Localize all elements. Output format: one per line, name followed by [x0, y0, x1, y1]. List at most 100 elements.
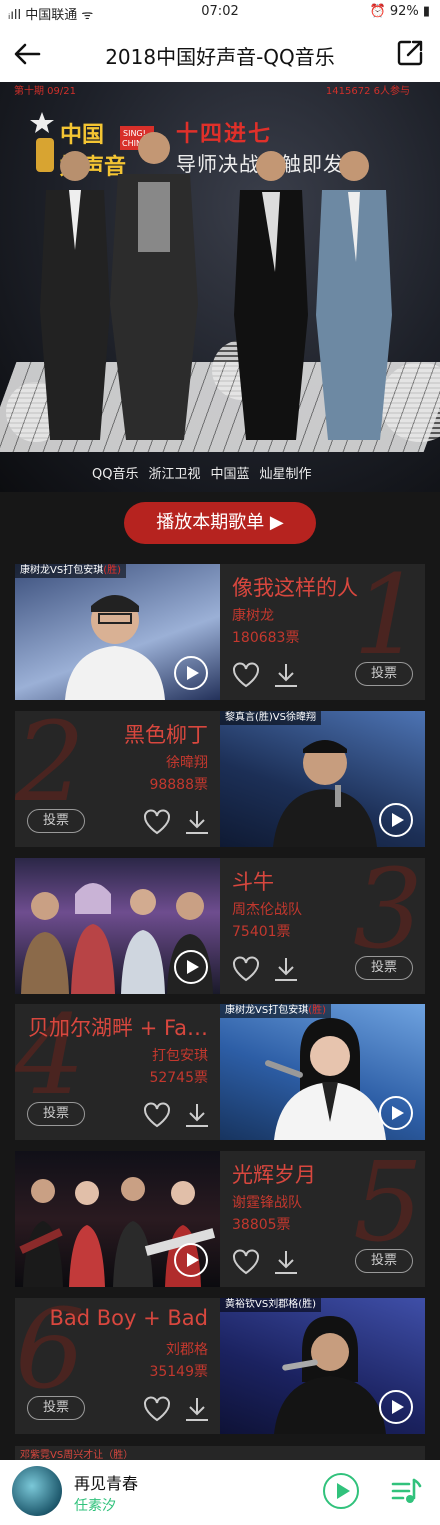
now-playing-bar[interactable]: 再见青春 任素汐 [0, 1460, 440, 1525]
heart-icon[interactable] [143, 1102, 171, 1128]
singer-name[interactable]: 康树龙 [232, 605, 274, 625]
song-card-partial[interactable]: 邓紫霓VS周兴才让（胜） [15, 1446, 425, 1461]
singer-figure [265, 1018, 386, 1140]
performance-photo[interactable] [15, 1151, 220, 1287]
zhejiang-tv-logo: 浙江卫视 [148, 466, 201, 482]
play-playlist-button[interactable]: 播放本期歌单 ▶ [124, 502, 316, 544]
singer-name[interactable]: 徐暐翔 [166, 752, 208, 772]
share-icon[interactable] [396, 39, 424, 67]
rank-number: 5 [353, 1151, 423, 1266]
performance-photo[interactable]: 康树龙VS打包安琪(胜) [15, 564, 220, 700]
download-icon[interactable] [183, 1396, 211, 1422]
performance-photo[interactable]: 黄裕钦VS刘郡格(胜) [220, 1298, 425, 1434]
vote-button[interactable]: 投票 [355, 1249, 413, 1273]
heart-icon[interactable] [232, 956, 260, 982]
song-info: 3 斗牛 周杰伦战队 75401票 投票 [220, 858, 425, 994]
vote-button[interactable]: 投票 [27, 809, 85, 833]
song-info: 1 像我这样的人 康树龙 180683票 投票 [220, 564, 425, 700]
participants-label: 1415672 6人参与 [325, 86, 410, 97]
status-bar: ᵢıll 中国联通 ᯤ 07:02 ⏰ 92% ▮ [0, 0, 440, 24]
china-blue-logo: 中国蓝 [210, 466, 250, 482]
play-icon[interactable] [174, 656, 208, 690]
performance-photo[interactable]: 康树龙VS打包安琪(胜) [220, 1004, 425, 1140]
judge-figure [40, 151, 110, 440]
singer-figure [274, 1316, 386, 1434]
vote-button[interactable]: 投票 [355, 956, 413, 980]
download-icon[interactable] [272, 1249, 300, 1275]
play-icon[interactable] [379, 803, 413, 837]
sponsor-logos: QQ音乐 浙江卫视 中国蓝 灿星制作 [0, 452, 440, 492]
song-info: 6 Bad Boy + Bad 刘郡格 35149票 投票 [15, 1298, 220, 1434]
song-card[interactable]: 康树龙VS打包安琪(胜) 4 贝加尔湖畔 + Fa… 打包安琪 52745票 投… [15, 1004, 425, 1140]
play-icon[interactable] [379, 1390, 413, 1424]
singer-name[interactable]: 谢霆锋战队 [232, 1192, 302, 1212]
match-tag: 邓紫霓VS周兴才让（胜） [20, 1450, 134, 1461]
song-card[interactable]: 黎真言(胜)VS徐暐翔 2 黑色柳丁 徐暐翔 98888票 投票 [15, 711, 425, 847]
match-tag: 康树龙VS打包安琪(胜) [220, 1004, 332, 1018]
vote-count: 38805票 [232, 1217, 291, 1233]
performance-photo[interactable]: 黎真言(胜)VS徐暐翔 [220, 711, 425, 847]
singer-figure [65, 595, 165, 700]
canxing-logo: 灿星制作 [259, 466, 312, 482]
issue-label: 第十期 09/21 [14, 86, 76, 97]
download-icon[interactable] [272, 956, 300, 982]
song-info: 5 光辉岁月 谢霆锋战队 38805票 投票 [220, 1151, 425, 1287]
vote-count: 35149票 [149, 1364, 208, 1380]
vote-button[interactable]: 投票 [27, 1102, 85, 1126]
vote-count: 52745票 [149, 1070, 208, 1086]
play-pause-button[interactable] [323, 1473, 359, 1509]
judge-figure [110, 132, 198, 440]
song-title[interactable]: 像我这样的人 [232, 572, 358, 602]
song-card[interactable]: 黄裕钦VS刘郡格(胜) 6 Bad Boy + Bad 刘郡格 35149票 投… [15, 1298, 425, 1434]
qq-music-logo: QQ音乐 [92, 466, 139, 482]
judge-figure [234, 151, 308, 440]
rank-number: 3 [353, 858, 423, 973]
singer-figure [273, 740, 377, 847]
singer-name[interactable]: 周杰伦战队 [232, 899, 302, 919]
download-icon[interactable] [183, 1102, 211, 1128]
match-tag: 康树龙VS打包安琪(胜) [15, 564, 127, 578]
download-icon[interactable] [272, 662, 300, 688]
performance-photo[interactable] [15, 858, 220, 994]
now-playing-artist: 任素汐 [74, 1498, 116, 1514]
match-tag: 黎真言(胜)VS徐暐翔 [220, 711, 321, 725]
singer-name[interactable]: 刘郡格 [166, 1339, 208, 1359]
vote-button[interactable]: 投票 [27, 1396, 85, 1420]
vote-count: 180683票 [232, 630, 300, 646]
song-card[interactable]: 康树龙VS打包安琪(胜) 1 像我这样的人 康树龙 180683票 投票 [15, 564, 425, 700]
vote-count: 75401票 [232, 924, 291, 940]
album-cover[interactable] [12, 1466, 62, 1516]
app-root: ᵢıll 中国联通 ᯤ 07:02 ⏰ 92% ▮ 2018中国好声音-QQ音乐… [0, 0, 440, 1525]
download-icon[interactable] [183, 809, 211, 835]
song-title[interactable]: 光辉岁月 [232, 1159, 316, 1189]
now-playing-title: 再见青春 [74, 1474, 139, 1493]
promo-banner[interactable]: 第十期 09/21 1415672 6人参与 中国 好声音 SING! CHIN… [0, 82, 440, 492]
page-title: 2018中国好声音-QQ音乐 [105, 45, 335, 69]
song-title[interactable]: Bad Boy + Bad [49, 1306, 208, 1330]
song-title[interactable]: 贝加尔湖畔 + Fa… [28, 1012, 208, 1042]
play-icon[interactable] [174, 950, 208, 984]
top-navigation-bar: 2018中国好声音-QQ音乐 [0, 24, 440, 82]
song-card[interactable]: 3 斗牛 周杰伦战队 75401票 投票 [15, 858, 425, 994]
heart-icon[interactable] [232, 1249, 260, 1275]
song-info: 4 贝加尔湖畔 + Fa… 打包安琪 52745票 投票 [15, 1004, 220, 1140]
rank-number: 2 [15, 711, 85, 826]
singer-name[interactable]: 打包安琪 [152, 1045, 208, 1065]
back-arrow-icon[interactable] [12, 39, 42, 69]
heart-icon[interactable] [232, 662, 260, 688]
song-title[interactable]: 黑色柳丁 [124, 719, 208, 749]
song-title[interactable]: 斗牛 [232, 866, 274, 896]
play-icon[interactable] [379, 1096, 413, 1130]
judge-figure [316, 151, 392, 440]
playlist-icon[interactable] [390, 1476, 422, 1508]
vote-button[interactable]: 投票 [355, 662, 413, 686]
heart-icon[interactable] [143, 809, 171, 835]
song-info: 2 黑色柳丁 徐暐翔 98888票 投票 [15, 711, 220, 847]
match-tag: 黄裕钦VS刘郡格(胜) [220, 1298, 321, 1312]
vote-count: 98888票 [149, 777, 208, 793]
heart-icon[interactable] [143, 1396, 171, 1422]
rank-number: 1 [353, 564, 423, 679]
play-icon[interactable] [174, 1243, 208, 1277]
song-card[interactable]: 5 光辉岁月 谢霆锋战队 38805票 投票 [15, 1151, 425, 1287]
battery-indicator: ⏰ 92% ▮ [369, 4, 431, 19]
